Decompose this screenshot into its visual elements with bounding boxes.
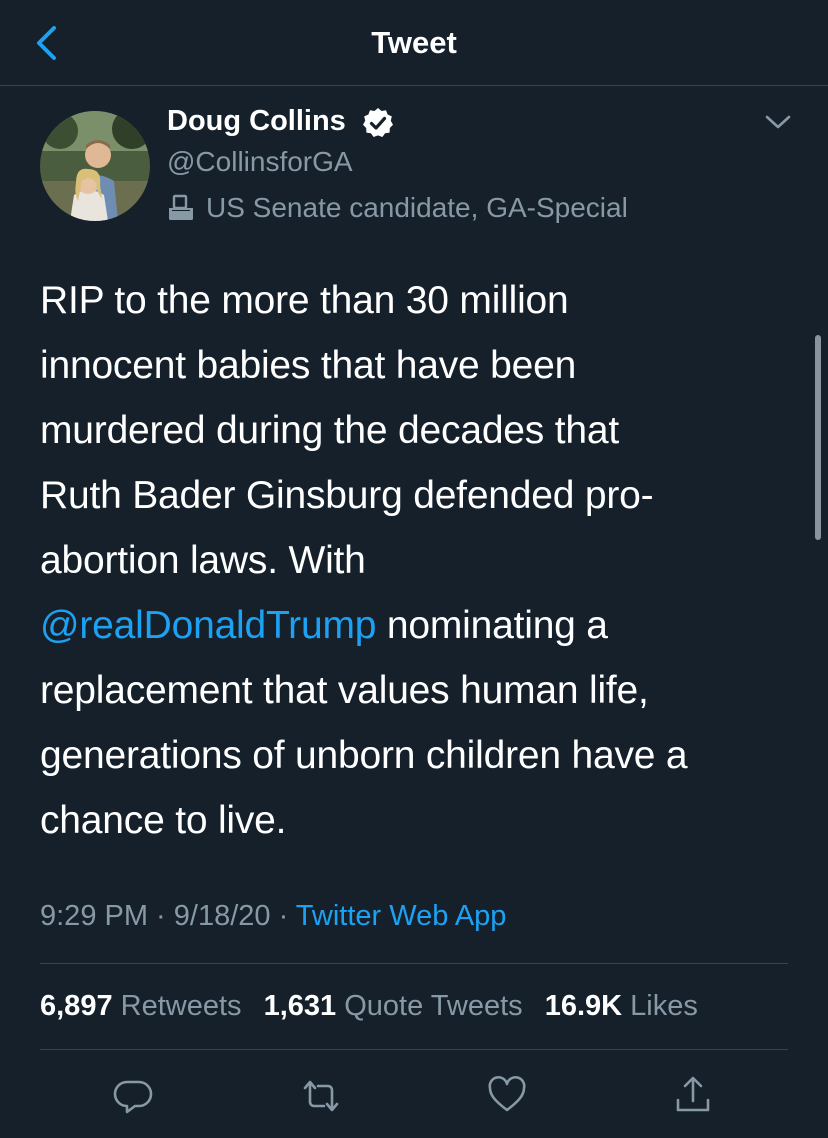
tweet-text-line: innocent babies that have been [40, 344, 577, 387]
retweets-stat[interactable]: 6,897 Retweets [40, 990, 242, 1022]
author-handle[interactable]: @CollinsforGA [167, 144, 353, 180]
mention-link[interactable]: @realDonaldTrump [40, 604, 376, 647]
tweet-source-link[interactable]: Twitter Web App [296, 900, 507, 932]
tweet-text-line: murdered during the decades that [40, 409, 619, 452]
meta-separator: · [270, 900, 296, 932]
tweet-time: 9:29 PM [40, 900, 148, 932]
header-title: Tweet [371, 25, 457, 60]
quote-tweets-stat[interactable]: 1,631 Quote Tweets [264, 990, 523, 1022]
heart-icon[interactable] [487, 1074, 527, 1118]
retweets-count: 6,897 [40, 990, 113, 1022]
engagement-stats: 6,897 Retweets 1,631 Quote Tweets 16.9K … [40, 986, 712, 1026]
chevron-down-icon[interactable] [762, 108, 794, 136]
author-name[interactable]: Doug Collins [167, 102, 346, 140]
likes-stat[interactable]: 16.9K Likes [545, 990, 698, 1022]
tweet-date: 9/18/20 [173, 900, 271, 932]
divider [40, 1049, 788, 1050]
tweet-text-line: replacement that values human life, [40, 669, 649, 712]
tweet-text-fragment: nominating a [376, 604, 608, 647]
account-label-text: US Senate candidate, GA-Special [206, 192, 628, 223]
tweet-text-line: @realDonaldTrump nominating a [40, 593, 800, 658]
scrollbar-thumb[interactable] [815, 335, 821, 540]
tweet-text-line: generations of unborn children have a [40, 734, 688, 777]
verified-badge-icon [363, 108, 393, 137]
divider [40, 963, 788, 964]
retweet-icon[interactable] [301, 1074, 341, 1118]
tweet-text-line: abortion laws. With [40, 539, 366, 582]
quote-tweets-count: 1,631 [263, 990, 337, 1022]
top-bar: Tweet [0, 0, 828, 86]
meta-separator: · [148, 900, 174, 932]
author-avatar[interactable] [40, 111, 150, 221]
tweet-text-line: Ruth Bader Ginsburg defended pro- [40, 474, 654, 517]
tweet-timestamp: 9:29 PM · 9/18/20 · Twitter Web App [40, 896, 506, 936]
tweet-text: RIP to the more than 30 million innocent… [40, 268, 800, 853]
likes-count: 16.9K [544, 990, 623, 1022]
ballot-box-icon [169, 194, 193, 220]
tweet-text-line: chance to live. [40, 799, 287, 842]
retweets-label: Retweets [120, 990, 242, 1022]
likes-label: Likes [630, 990, 698, 1022]
avatar-photo-icon [40, 111, 150, 221]
quote-tweets-label: Quote Tweets [344, 990, 523, 1022]
reply-icon[interactable] [113, 1074, 153, 1118]
tweet-text-line: RIP to the more than 30 million [40, 279, 569, 322]
share-icon[interactable] [673, 1074, 713, 1118]
